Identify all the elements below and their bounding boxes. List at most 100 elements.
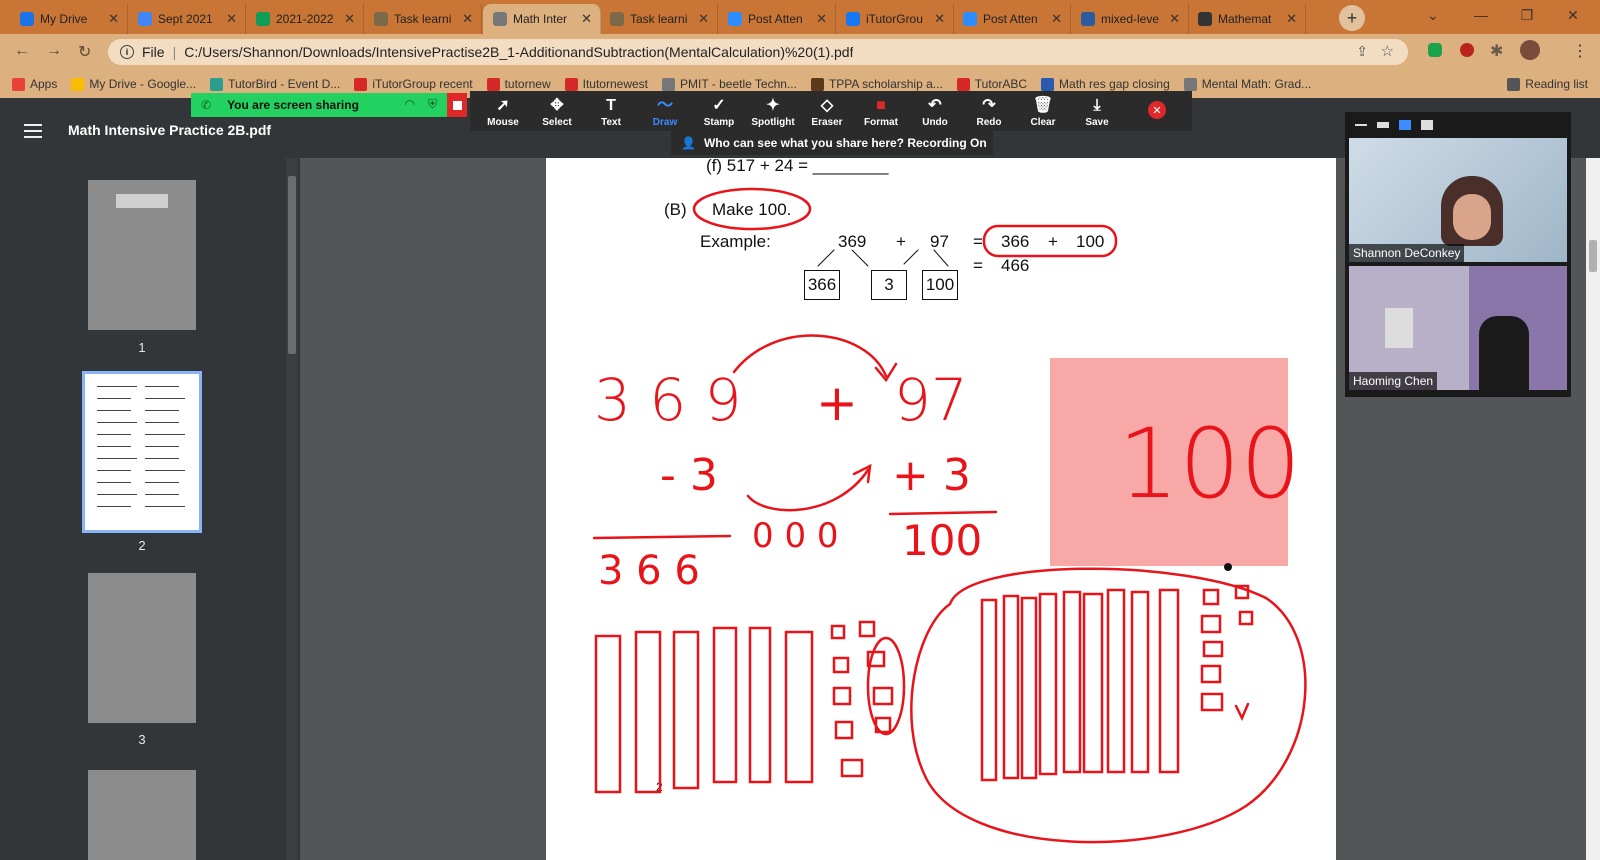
tool-undo[interactable]: ↶ Undo [908, 95, 962, 128]
sidebar-scrollbar[interactable] [286, 158, 298, 860]
annotation-layer [592, 187, 1307, 844]
tool-text[interactable]: T Text [584, 95, 638, 128]
thumb-text-line [145, 410, 179, 411]
browser-tab[interactable]: Task learni ✕ [600, 4, 718, 34]
video-view-controls[interactable] [1345, 112, 1571, 138]
tool-eraser[interactable]: ◇ Eraser [800, 95, 854, 128]
tab-search-icon[interactable]: ⌄ [1410, 0, 1456, 30]
tool-format[interactable]: ■ Format [854, 95, 908, 128]
extensions-puzzle-icon[interactable]: ✱ [1490, 41, 1503, 61]
bookmark-star-icon[interactable]: ☆ [1381, 42, 1394, 60]
close-tab-icon[interactable]: ✕ [581, 11, 592, 27]
tool-save[interactable]: ⤓ Save [1070, 95, 1124, 128]
hide-video-icon[interactable] [1377, 122, 1389, 128]
tool-spotlight[interactable]: ✦ Spotlight [746, 95, 800, 128]
browser-menu-icon[interactable]: ⋮ [1572, 41, 1588, 61]
browser-tab[interactable]: mixed-leve ✕ [1071, 4, 1189, 34]
page-thumbnail[interactable] [88, 573, 196, 723]
browser-tab[interactable]: Post Atten ✕ [718, 4, 836, 34]
close-tab-icon[interactable]: ✕ [698, 11, 709, 27]
browser-tab[interactable]: Sept 2021 ✕ [128, 4, 246, 34]
browser-tab[interactable]: Task learni ✕ [364, 4, 482, 34]
close-tab-icon[interactable]: ✕ [1051, 11, 1062, 27]
tool-stamp[interactable]: ✓ Stamp [692, 95, 746, 128]
loop-arrow [1234, 702, 1250, 721]
screen-sharing-bar[interactable]: ✆ You are screen sharing ◠ ⛨ [191, 93, 467, 117]
bookmark-item[interactable]: Math res gap closing [1041, 77, 1170, 91]
close-tab-icon[interactable]: ✕ [462, 11, 473, 27]
arc-top [732, 334, 888, 378]
tab-title: My Drive [40, 12, 88, 26]
restore-icon[interactable]: ❐ [1504, 0, 1550, 30]
page-thumbnail-selected[interactable] [82, 371, 202, 533]
bookmark-item[interactable]: Mental Math: Grad... [1183, 77, 1311, 91]
thumb-text-line [145, 458, 179, 459]
page-thumbnail[interactable] [88, 770, 196, 860]
address-bar[interactable]: i File | C:/Users/Shannon/Downloads/Inte… [108, 39, 1408, 65]
browser-tab[interactable]: Post Atten ✕ [953, 4, 1071, 34]
close-tab-icon[interactable]: ✕ [226, 11, 237, 27]
browser-tab[interactable]: Math Inter ✕ [483, 4, 601, 34]
forward-icon[interactable]: → [46, 42, 62, 60]
new-tab-button[interactable]: + [1339, 5, 1365, 31]
block-one [832, 686, 852, 706]
speaker-view-icon[interactable] [1399, 120, 1411, 130]
bookmark-item[interactable]: PMIT - beetle Techn... [662, 77, 797, 91]
tool-redo[interactable]: ↷ Redo [962, 95, 1016, 128]
browser-tab[interactable]: Mathemat ✕ [1188, 4, 1306, 34]
docs-icon [138, 12, 152, 26]
gallery-view-icon[interactable] [1421, 120, 1433, 130]
drive-icon [20, 12, 34, 26]
thumbnail-sidebar: 1 2 3 [0, 158, 300, 860]
bookmark-item[interactable]: tutornew [486, 77, 551, 91]
bookmark-item[interactable]: TPPA scholarship a... [810, 77, 943, 91]
mw-icon [1081, 12, 1095, 26]
close-window-icon[interactable]: ✕ [1550, 0, 1596, 30]
thumb-heading [116, 194, 168, 208]
minimize-icon[interactable]: — [1458, 0, 1504, 30]
page-thumbnail[interactable] [88, 180, 196, 330]
close-tab-icon[interactable]: ✕ [1286, 11, 1297, 27]
back-icon[interactable]: ← [14, 42, 30, 60]
page-scrollbar[interactable] [1586, 158, 1600, 860]
bookmark-item[interactable]: TutorBird - Event D... [210, 77, 340, 91]
close-tab-icon[interactable]: ✕ [1169, 11, 1180, 27]
close-annotation-icon[interactable]: ✕ [1148, 101, 1166, 119]
info-icon[interactable]: i [120, 45, 134, 59]
share-visibility-notice[interactable]: 👤 Who can see what you share here? Recor… [671, 131, 993, 155]
block-one [1200, 692, 1224, 712]
bookmark-item[interactable]: Itutornewest [564, 77, 648, 91]
tool-mouse[interactable]: ➚ Mouse [476, 95, 530, 128]
stop-share-button[interactable] [447, 93, 467, 117]
video-tile[interactable]: Haoming Chen [1349, 266, 1567, 390]
participant-name: Shannon DeConkey [1349, 244, 1465, 262]
ublock-icon[interactable] [1460, 43, 1474, 57]
close-tab-icon[interactable]: ✕ [934, 11, 945, 27]
bookmark-item[interactable]: Apps [12, 77, 57, 91]
close-tab-icon[interactable]: ✕ [344, 11, 355, 27]
bookmark-item[interactable]: iTutorGroup recent [354, 77, 473, 91]
thumb-text-line [97, 458, 137, 459]
minimize-video-icon[interactable] [1355, 124, 1367, 126]
video-tile[interactable]: Shannon DeConkey [1349, 138, 1567, 262]
profile-avatar[interactable] [1520, 40, 1540, 60]
tool-clear[interactable]: 🗑 Clear [1016, 95, 1070, 128]
tool-draw[interactable]: 〜 Draw [638, 95, 692, 128]
browser-tab[interactable]: 2021-2022 ✕ [246, 4, 364, 34]
address-scheme: File [142, 44, 165, 60]
coat-shape [1479, 316, 1529, 390]
close-tab-icon[interactable]: ✕ [816, 11, 827, 27]
browser-tab[interactable]: My Drive ✕ [10, 4, 128, 34]
reload-icon[interactable]: ↻ [78, 42, 91, 62]
share-page-icon[interactable]: ⇪ [1356, 43, 1368, 60]
bookmark-item[interactable]: TutorABC [956, 77, 1027, 91]
browser-tab[interactable]: iTutorGrou ✕ [836, 4, 954, 34]
tool-select[interactable]: ✥ Select [530, 95, 584, 128]
bookmark-item[interactable]: My Drive - Google... [71, 77, 196, 91]
close-tab-icon[interactable]: ✕ [108, 11, 119, 27]
bookmark-item[interactable]: Reading list [1507, 77, 1588, 91]
extension-icon[interactable] [1428, 43, 1442, 57]
bookmark-icon [1507, 77, 1521, 91]
menu-icon[interactable] [24, 124, 42, 142]
block-ten [594, 634, 622, 794]
